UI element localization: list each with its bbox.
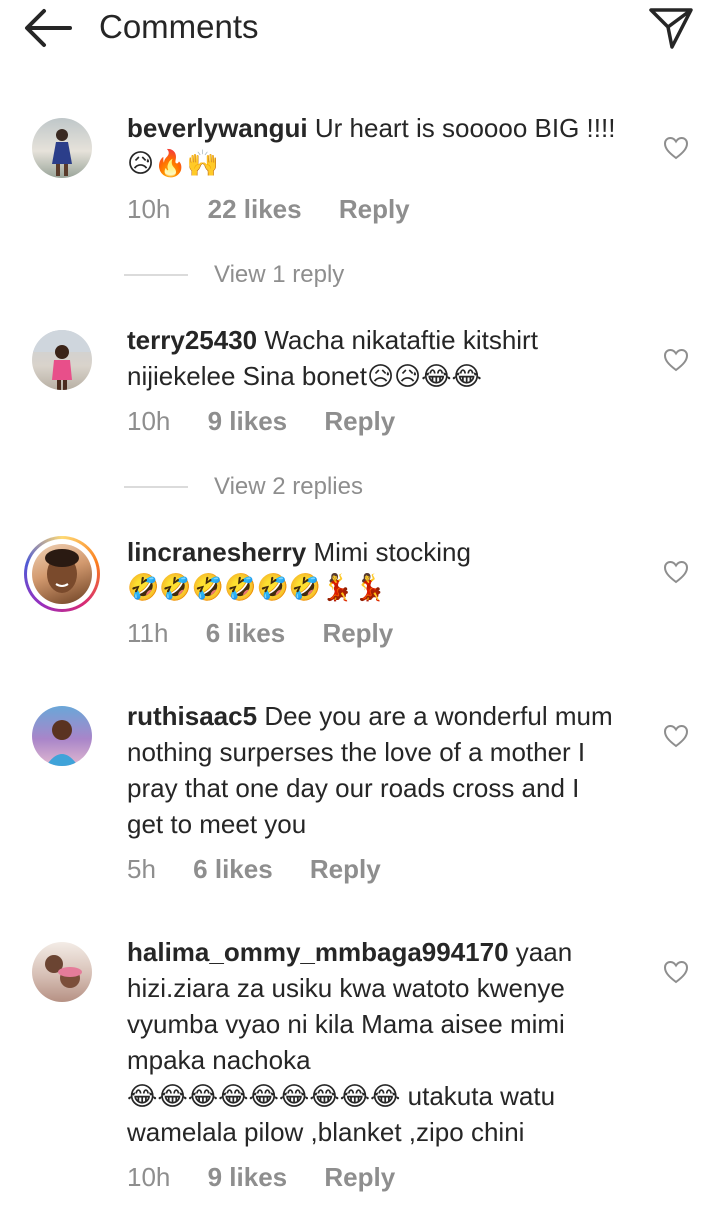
comment-time: 10h xyxy=(127,194,171,224)
comment-text: hizi.ziara za usiku kwa watoto kwenye xyxy=(127,973,565,1003)
comment-time: 10h xyxy=(127,1162,171,1192)
comment-text: Ur heart is sooooo BIG !!!! xyxy=(314,113,616,143)
reply-button[interactable]: Reply xyxy=(310,854,381,884)
comment-body: ruthisaac5 Dee you are a wonderful mum n… xyxy=(127,698,647,842)
comment-meta: 10h 9 likes Reply xyxy=(127,406,425,437)
comment-text: pray that one day our roads cross and I xyxy=(127,773,580,803)
comment-text: wamelala pilow ,blanket ,zipo chini xyxy=(127,1117,525,1147)
like-button[interactable] xyxy=(662,958,690,986)
reply-button[interactable]: Reply xyxy=(339,194,410,224)
comment-body: lincranesherry Mimi stocking 🤣🤣🤣🤣🤣🤣💃💃 xyxy=(127,534,647,606)
replies-divider xyxy=(124,486,188,488)
view-replies-label: View 2 replies xyxy=(214,473,363,500)
story-ring-gap xyxy=(27,539,97,609)
comment-body: halima_ommy_mmbaga994170 yaan hizi.ziara… xyxy=(127,934,647,1150)
comment-text: yaan xyxy=(515,937,573,967)
comment-body: terry25430 Wacha nikataftie kitshirt nij… xyxy=(127,322,647,394)
comment-meta: 11h 6 likes Reply xyxy=(127,618,423,649)
comment-text: 🤣🤣🤣🤣🤣🤣💃💃 xyxy=(127,573,386,603)
view-replies-label: View 1 reply xyxy=(214,261,345,288)
send-icon xyxy=(649,8,693,49)
reply-button[interactable]: Reply xyxy=(324,406,395,436)
comment-text: Dee you are a wonderful mum xyxy=(264,701,613,731)
like-button[interactable] xyxy=(662,558,690,586)
comment-body: beverlywangui Ur heart is sooooo BIG !!!… xyxy=(127,110,647,182)
comment-time: 11h xyxy=(127,618,169,648)
heart-outline-icon xyxy=(663,724,689,748)
heart-outline-icon xyxy=(663,348,689,372)
avatar-image xyxy=(32,942,92,1002)
share-button[interactable] xyxy=(646,3,696,51)
comment-text: 😥🔥🙌 xyxy=(127,149,219,179)
heart-outline-icon xyxy=(663,136,689,160)
likes-count[interactable]: 6 likes xyxy=(193,854,273,884)
comment-text: mpaka nachoka xyxy=(127,1045,311,1075)
heart-outline-icon xyxy=(663,560,689,584)
reply-button[interactable]: Reply xyxy=(322,618,393,648)
avatar-image xyxy=(32,544,92,604)
comment-username[interactable]: beverlywangui xyxy=(127,113,308,143)
top-bar: Comments xyxy=(0,0,720,56)
like-button[interactable] xyxy=(662,346,690,374)
comment-username[interactable]: lincranesherry xyxy=(127,537,306,567)
replies-divider xyxy=(124,274,188,276)
comment-time: 5h xyxy=(127,854,156,884)
comment-username[interactable]: halima_ommy_mmbaga994170 xyxy=(127,937,509,967)
comment-text: vyumba vyao ni kila Mama aisee mimi xyxy=(127,1009,565,1039)
avatar[interactable] xyxy=(28,326,96,394)
avatar-image xyxy=(32,706,92,766)
likes-count[interactable]: 9 likes xyxy=(208,406,288,436)
like-button[interactable] xyxy=(662,134,690,162)
heart-outline-icon xyxy=(663,960,689,984)
avatar-image xyxy=(32,330,92,390)
avatar[interactable] xyxy=(28,702,96,770)
comment-text: nothing surperses the love of a mother I xyxy=(127,737,586,767)
arrow-left-icon xyxy=(25,9,72,47)
avatar[interactable] xyxy=(28,114,96,182)
back-button[interactable] xyxy=(22,6,74,50)
comment-text: Wacha nikataftie kitshirt xyxy=(264,325,538,355)
likes-count[interactable]: 6 likes xyxy=(206,618,286,648)
comment-text: get to meet you xyxy=(127,809,307,839)
reply-button[interactable]: Reply xyxy=(324,1162,395,1192)
likes-count[interactable]: 9 likes xyxy=(208,1162,288,1192)
avatar-image xyxy=(32,118,92,178)
comment-meta: 10h 22 likes Reply xyxy=(127,194,440,225)
avatar[interactable] xyxy=(28,938,96,1006)
like-button[interactable] xyxy=(662,722,690,750)
comment-text: 😂😂😂😂😂😂😂😂😂 utakuta watu xyxy=(127,1081,556,1111)
comment-username[interactable]: ruthisaac5 xyxy=(127,701,257,731)
comment-meta: 10h 9 likes Reply xyxy=(127,1162,425,1193)
comment-meta: 5h 6 likes Reply xyxy=(127,854,411,885)
comment-time: 10h xyxy=(127,406,171,436)
likes-count[interactable]: 22 likes xyxy=(208,194,302,224)
comment-text: Mimi stocking xyxy=(313,537,471,567)
comment-username[interactable]: terry25430 xyxy=(127,325,257,355)
avatar-story-ring[interactable] xyxy=(24,536,100,612)
page-title: Comments xyxy=(99,8,259,45)
comment-text: nijiekelee Sina bonet😥😥😂😂 xyxy=(127,361,482,391)
